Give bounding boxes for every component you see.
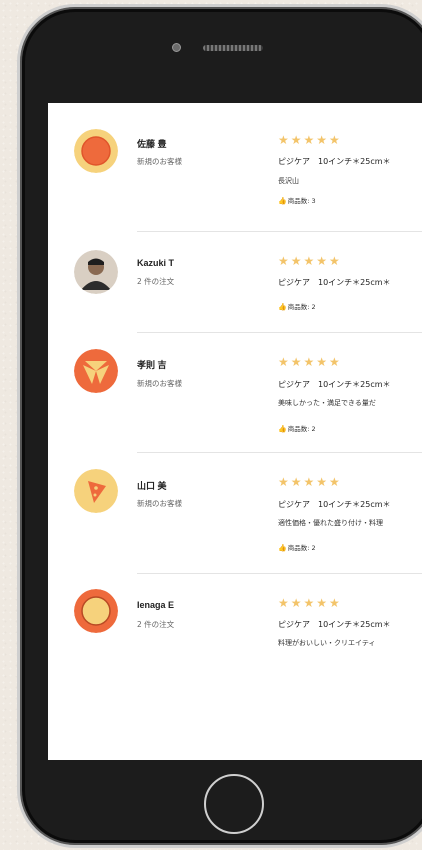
reviewer-name: Kazuki T: [137, 258, 175, 268]
item-count: 👍商品数: 2: [278, 423, 316, 433]
rating-stars: ★★★★★: [278, 355, 342, 369]
item-count-label: 商品数: 3: [287, 197, 316, 205]
speaker-grille: [203, 45, 263, 51]
item-count-label: 商品数: 2: [287, 544, 316, 552]
ring-pizza-icon: [74, 589, 118, 633]
reviewer-name: Ienaga E: [137, 600, 175, 610]
user-photo-avatar: [74, 250, 118, 294]
rating-stars: ★★★★★: [278, 133, 342, 147]
divider: [137, 573, 422, 574]
item-count-label: 商品数: 2: [287, 425, 316, 433]
review-comment: 長沢山: [278, 177, 299, 185]
reviewer-status: 新規のお客様: [137, 157, 182, 166]
rating-stars: ★★★★★: [278, 475, 342, 489]
item-count: 👍商品数: 2: [278, 542, 316, 552]
item-count-label: 商品数: 2: [287, 303, 316, 311]
camera-icon: [172, 43, 181, 52]
divider: [137, 231, 422, 232]
divider: [137, 332, 422, 333]
product-name: ピジケア 10インチ＊25cm＊: [278, 620, 391, 629]
rating-stars: ★★★★★: [278, 254, 342, 268]
product-name: ピジケア 10インチ＊25cm＊: [278, 278, 391, 287]
review-comment: 料理がおいしい・クリエイティ: [278, 639, 376, 647]
pizza-icon: [74, 129, 118, 173]
reviewer-name: 孝則 吉: [137, 360, 167, 370]
pizza-slice-icon: [74, 469, 118, 513]
thumbs-up-icon: 👍: [278, 303, 287, 311]
reviewer-name: 佐藤 豊: [137, 139, 167, 149]
review-comment: 美味しかった・満足できる量だ: [278, 399, 376, 407]
thumbs-up-icon: 👍: [278, 197, 287, 205]
product-name: ピジケア 10インチ＊25cm＊: [278, 157, 391, 166]
pizza-slices-icon: [74, 349, 118, 393]
home-button[interactable]: [204, 774, 264, 834]
item-count: 👍商品数: 3: [278, 195, 316, 205]
reviewer-status: 新規のお客様: [137, 379, 182, 388]
reviewer-name: 山口 美: [137, 481, 167, 491]
review-comment: 適性価格・優れた盛り付け・料理: [278, 519, 383, 527]
divider: [137, 452, 422, 453]
item-count: 👍商品数: 2: [278, 301, 316, 311]
product-name: ピジケア 10インチ＊25cm＊: [278, 500, 391, 509]
rating-stars: ★★★★★: [278, 596, 342, 610]
review-list-screen: 佐藤 豊 新規のお客様 ★★★★★ ピジケア 10インチ＊25cm＊ 長沢山 👍…: [48, 103, 422, 760]
reviewer-status: 2 件の注文: [137, 620, 175, 629]
product-name: ピジケア 10インチ＊25cm＊: [278, 380, 391, 389]
thumbs-up-icon: 👍: [278, 425, 287, 433]
thumbs-up-icon: 👍: [278, 544, 287, 552]
reviewer-status: 新規のお客様: [137, 499, 182, 508]
phone-frame: 佐藤 豊 新規のお客様 ★★★★★ ピジケア 10インチ＊25cm＊ 長沢山 👍…: [17, 4, 422, 848]
reviewer-status: 2 件の注文: [137, 277, 175, 286]
